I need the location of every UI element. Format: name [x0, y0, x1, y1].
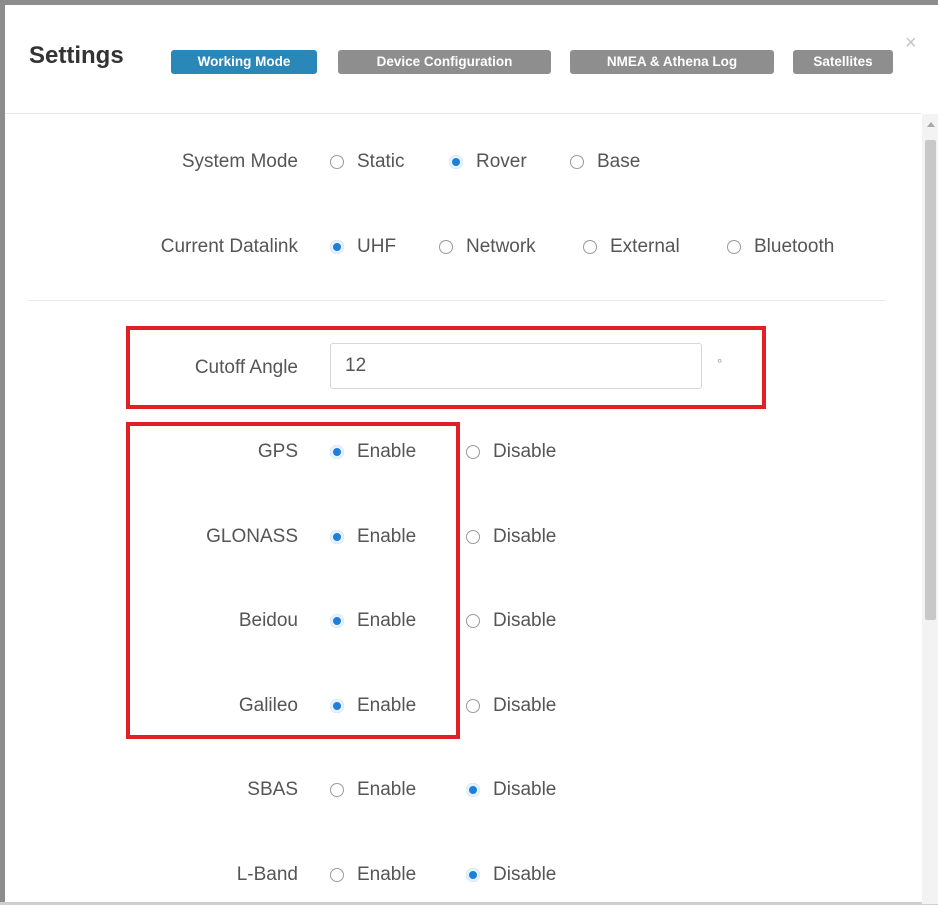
window-left-border: [0, 0, 5, 905]
option-label: Disable: [493, 610, 557, 631]
radio-unchecked-icon[interactable]: [570, 155, 584, 169]
radio-checked-icon[interactable]: [330, 240, 344, 254]
radio-unchecked-icon[interactable]: [583, 240, 597, 254]
window-top-border: [0, 0, 938, 5]
option-label: Disable: [493, 526, 557, 547]
tab-nmea-athena-log[interactable]: NMEA & Athena Log: [570, 50, 774, 74]
radio-unchecked-icon[interactable]: [466, 614, 480, 628]
option-label: External: [610, 236, 680, 257]
option-label: Disable: [493, 695, 557, 716]
l-band-enable-option[interactable]: Enable: [330, 864, 416, 886]
option-label: Static: [357, 151, 405, 172]
header-divider: [5, 113, 921, 114]
l-band-label: L-Band: [236, 864, 298, 885]
glonass-disable-option[interactable]: Disable: [466, 526, 556, 548]
option-label: Disable: [493, 779, 557, 800]
option-label: Enable: [357, 779, 417, 800]
radio-checked-icon[interactable]: [449, 155, 463, 169]
sbas-label: SBAS: [247, 779, 298, 800]
scroll-up-arrow-icon[interactable]: [927, 122, 935, 127]
radio-unchecked-icon[interactable]: [727, 240, 741, 254]
datalink-bluetooth-option[interactable]: Bluetooth: [727, 236, 834, 258]
gps-disable-option[interactable]: Disable: [466, 441, 556, 463]
constellation-highlight-box: [126, 422, 460, 739]
sbas-enable-option[interactable]: Enable: [330, 779, 416, 801]
system-mode-static-option[interactable]: Static: [330, 151, 405, 173]
datalink-uhf-option[interactable]: UHF: [330, 236, 396, 258]
radio-unchecked-icon[interactable]: [439, 240, 453, 254]
beidou-disable-option[interactable]: Disable: [466, 610, 556, 632]
option-label: Bluetooth: [754, 236, 835, 257]
datalink-external-option[interactable]: External: [583, 236, 680, 258]
section-divider: [28, 300, 886, 301]
datalink-label: Current Datalink: [160, 236, 298, 257]
option-label: Enable: [357, 864, 417, 885]
option-label: Base: [597, 151, 641, 172]
radio-unchecked-icon[interactable]: [466, 699, 480, 713]
option-label: UHF: [357, 236, 397, 257]
radio-checked-icon[interactable]: [466, 783, 480, 797]
sbas-disable-option[interactable]: Disable: [466, 779, 556, 801]
radio-unchecked-icon[interactable]: [466, 445, 480, 459]
option-label: Rover: [476, 151, 527, 172]
system-mode-label: System Mode: [181, 151, 298, 172]
radio-unchecked-icon[interactable]: [330, 783, 344, 797]
datalink-network-option[interactable]: Network: [439, 236, 536, 258]
radio-unchecked-icon[interactable]: [330, 868, 344, 882]
radio-unchecked-icon[interactable]: [466, 530, 480, 544]
tab-satellites[interactable]: Satellites: [793, 50, 893, 74]
close-icon[interactable]: ×: [905, 32, 917, 55]
galileo-disable-option[interactable]: Disable: [466, 695, 556, 717]
l-band-disable-option[interactable]: Disable: [466, 864, 556, 886]
system-mode-base-option[interactable]: Base: [570, 151, 640, 173]
radio-unchecked-icon[interactable]: [330, 155, 344, 169]
dialog-title: Settings: [29, 42, 124, 69]
tab-working-mode[interactable]: Working Mode: [171, 50, 317, 74]
cutoff-highlight-box: [126, 326, 766, 409]
option-label: Disable: [493, 864, 557, 885]
tab-device-configuration[interactable]: Device Configuration: [338, 50, 551, 74]
option-label: Network: [466, 236, 536, 257]
option-label: Disable: [493, 441, 557, 462]
system-mode-rover-option[interactable]: Rover: [449, 151, 527, 173]
scrollbar-thumb[interactable]: [925, 140, 936, 620]
radio-checked-icon[interactable]: [466, 868, 480, 882]
